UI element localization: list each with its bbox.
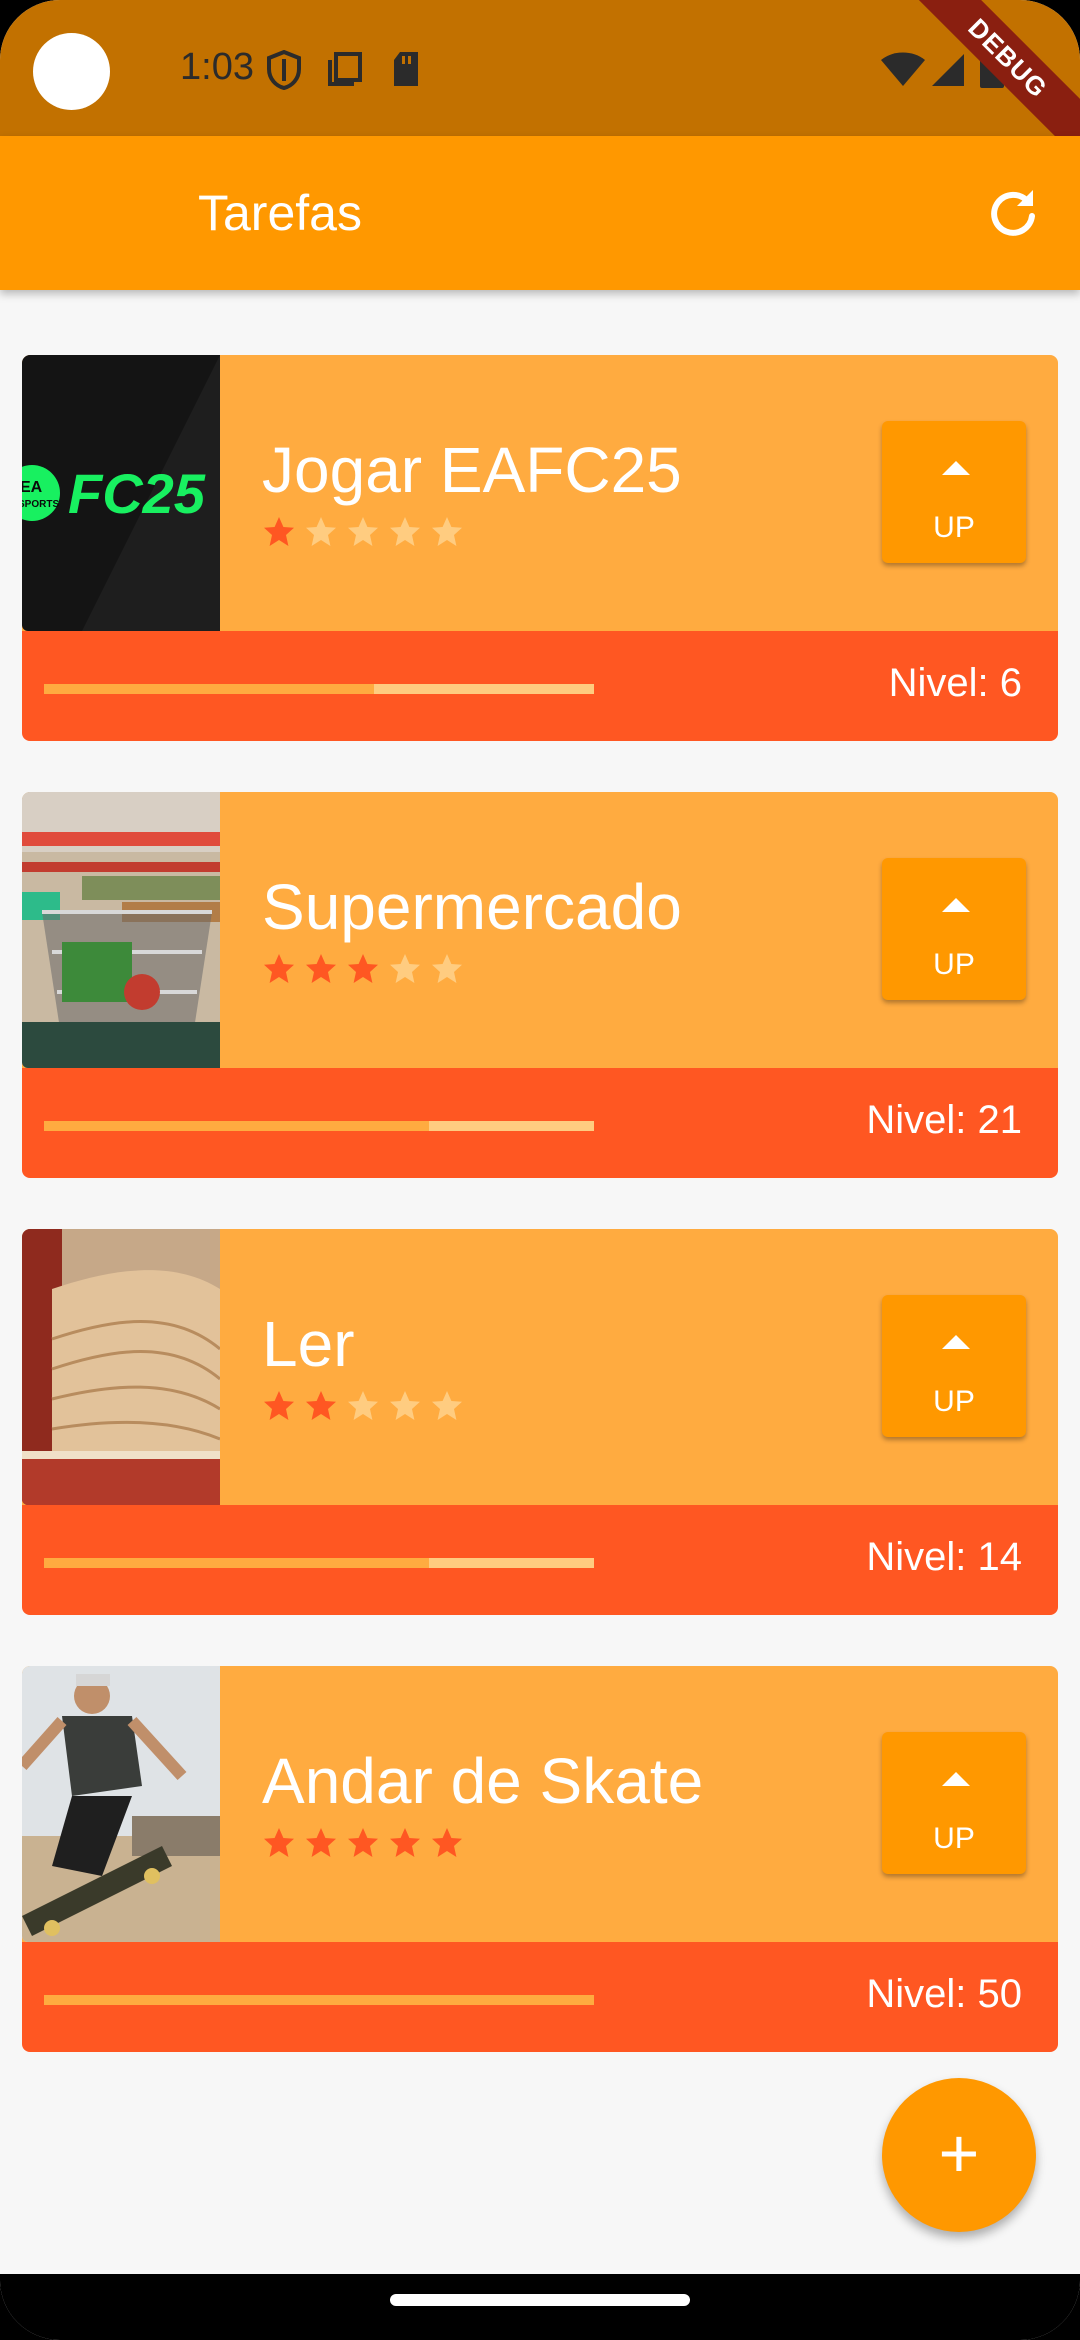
level-progress-bar (44, 1121, 594, 1131)
up-button-label: UP (933, 1385, 975, 1418)
page-title: Tarefas (198, 185, 362, 241)
up-button[interactable]: UP (882, 1732, 1026, 1874)
camera-cutout (33, 33, 110, 110)
level-progress-fill (44, 1995, 594, 2005)
level-text: Nivel: 14 (866, 1535, 1022, 1579)
up-button-label: UP (933, 1822, 975, 1855)
level-text: Nivel: 6 (888, 661, 1022, 705)
add-task-button[interactable]: + (882, 2078, 1036, 2232)
task-card[interactable]: Supermercado UP Nivel: 21 (22, 792, 1058, 1178)
star-icon (306, 1828, 336, 1857)
task-card-body: Andar de Skate UP (22, 1666, 1058, 1942)
level-progress-fill (44, 1558, 429, 1568)
task-card-body: Supermercado UP (22, 792, 1058, 1068)
level-progress-fill (44, 684, 374, 694)
app-bar: Tarefas (0, 136, 1080, 290)
star-icon (432, 1391, 462, 1420)
home-indicator[interactable] (390, 2294, 690, 2306)
refresh-icon[interactable] (986, 186, 1040, 240)
rating-stars (264, 954, 462, 983)
star-icon (390, 517, 420, 546)
task-title: Ler (262, 1308, 355, 1380)
task-image-book (22, 1229, 220, 1505)
star-icon (432, 954, 462, 983)
status-time: 1:03 (180, 46, 254, 88)
rating-stars (264, 1391, 462, 1420)
arrow-up-icon (942, 1335, 970, 1349)
copy-icon (328, 52, 362, 86)
up-button[interactable]: UP (882, 1295, 1026, 1437)
star-icon (264, 1391, 294, 1420)
task-title: Jogar EAFC25 (262, 434, 682, 506)
status-bar: 1:03 DEBUG (0, 0, 1080, 166)
task-card[interactable]: EA SPORTS FC25 Jogar EAFC25 UP Nivel: 6 (22, 355, 1058, 741)
up-button-label: UP (933, 948, 975, 981)
svg-text:EA: EA (22, 479, 43, 496)
level-progress-bar (44, 1995, 594, 2005)
star-icon (348, 1391, 378, 1420)
star-icon (390, 954, 420, 983)
up-button[interactable]: UP (882, 421, 1026, 563)
svg-text:FC25: FC25 (68, 462, 206, 525)
star-icon (432, 1828, 462, 1857)
screen: 1:03 DEBUG Tarefas EA SPORTS FC25 Jogar … (0, 0, 1080, 2340)
task-card-body: Ler UP (22, 1229, 1058, 1505)
star-icon (432, 517, 462, 546)
plus-icon: + (938, 2114, 980, 2192)
star-icon (348, 954, 378, 983)
level-progress-fill (44, 1121, 429, 1131)
rating-stars (264, 1828, 462, 1857)
level-text: Nivel: 21 (866, 1098, 1022, 1142)
star-icon (306, 517, 336, 546)
task-card[interactable]: Andar de Skate UP Nivel: 50 (22, 1666, 1058, 2052)
task-card-footer: Nivel: 21 (22, 1068, 1058, 1178)
task-image-fc25: EA SPORTS FC25 (22, 355, 220, 631)
star-icon (264, 954, 294, 983)
star-icon (390, 1828, 420, 1857)
star-icon (264, 517, 294, 546)
svg-text:SPORTS: SPORTS (22, 499, 59, 510)
level-progress-bar (44, 684, 594, 694)
star-icon (390, 1391, 420, 1420)
wifi-icon (881, 52, 925, 86)
rating-stars (264, 517, 462, 546)
task-card-footer: Nivel: 6 (22, 631, 1058, 741)
task-card-footer: Nivel: 50 (22, 1942, 1058, 2052)
task-card-body: EA SPORTS FC25 Jogar EAFC25 UP (22, 355, 1058, 631)
up-button[interactable]: UP (882, 858, 1026, 1000)
system-nav-bar (0, 2274, 1080, 2340)
task-image-supermarket (22, 792, 220, 1068)
task-card[interactable]: Ler UP Nivel: 14 (22, 1229, 1058, 1615)
star-icon (264, 1828, 294, 1857)
up-button-label: UP (933, 511, 975, 544)
star-icon (348, 517, 378, 546)
star-icon (306, 1391, 336, 1420)
arrow-up-icon (942, 898, 970, 912)
arrow-up-icon (942, 461, 970, 475)
star-icon (348, 1828, 378, 1857)
task-card-footer: Nivel: 14 (22, 1505, 1058, 1615)
sd-card-icon (394, 52, 418, 86)
arrow-up-icon (942, 1772, 970, 1786)
star-icon (306, 954, 336, 983)
task-image-skateboarder (22, 1666, 220, 1942)
shield-icon (267, 50, 301, 90)
task-title: Supermercado (262, 871, 682, 943)
level-progress-bar (44, 1558, 594, 1568)
level-text: Nivel: 50 (866, 1972, 1022, 2016)
task-title: Andar de Skate (262, 1745, 704, 1817)
signal-icon (932, 54, 964, 86)
